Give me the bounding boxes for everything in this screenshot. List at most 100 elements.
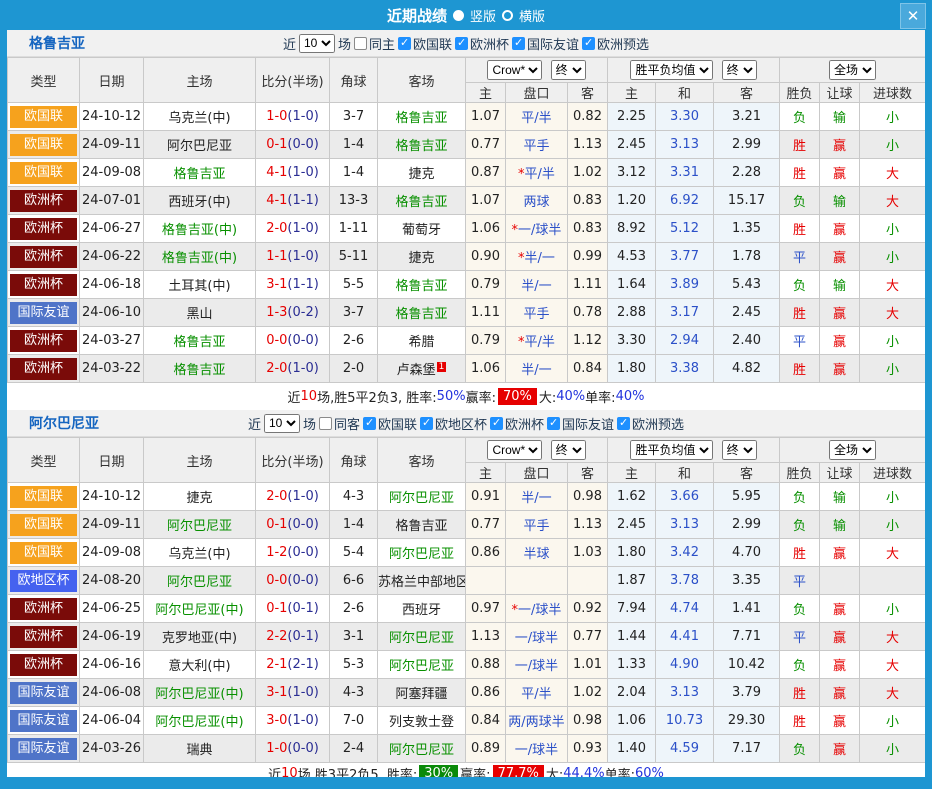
checkbox-checked-icon[interactable] <box>512 37 525 50</box>
competition-filter[interactable]: 国际友谊 <box>547 414 614 433</box>
recent-count-select[interactable]: 10 <box>264 414 300 433</box>
competition-filter[interactable]: 欧洲杯 <box>455 34 509 53</box>
match-row: 欧洲杯24-06-18土耳其(中)3-1(1-1)5-5格鲁吉亚0.79半/一1… <box>8 271 926 299</box>
column-header-handicap-result: 让球 <box>820 463 860 483</box>
odds-away: 1.02 <box>568 159 608 187</box>
near-label: 近 <box>248 414 261 433</box>
away-team: 格鲁吉亚 <box>395 139 447 154</box>
filters-georgia: 近 10 场 同主 欧国联欧洲杯国际友谊欧洲预选 <box>283 34 649 53</box>
corner-stat: 5-11 <box>330 243 378 271</box>
record-summary-albania: 近10场,胜3平2负5, 胜率:30% 赢率:77.7% 大:44.4% 单率:… <box>7 763 925 777</box>
euro-odds-select[interactable]: 胜平负均值 <box>630 440 713 460</box>
same-venue-filter[interactable]: 同客 <box>319 414 360 433</box>
odds-away: 0.83 <box>568 187 608 215</box>
match-type-badge: 欧洲杯 <box>10 598 77 620</box>
competition-filter[interactable]: 欧地区杯 <box>420 414 487 433</box>
recent-count-select[interactable]: 10 <box>299 34 335 53</box>
radio-vertical-icon[interactable] <box>453 10 464 21</box>
checkbox-checked-icon[interactable] <box>455 37 468 50</box>
checkbox-checked-icon[interactable] <box>398 37 411 50</box>
competition-filter[interactable]: 欧洲预选 <box>582 34 649 53</box>
same-venue-filter[interactable]: 同主 <box>354 34 395 53</box>
handicap-result: 赢 <box>820 215 860 243</box>
match-row: 欧洲杯24-06-16意大利(中)2-1(2-1)5-3阿尔巴尼亚0.88一/球… <box>8 651 926 679</box>
bookmaker-select[interactable]: Crow* <box>487 60 542 80</box>
checkbox-checked-icon[interactable] <box>420 417 433 430</box>
match-type-badge: 欧洲杯 <box>10 358 77 380</box>
match-row: 欧洲杯24-06-25阿尔巴尼亚(中)0-1(0-1)2-6西班牙0.97*一/… <box>8 595 926 623</box>
summary-part: 10 <box>301 389 318 404</box>
odds-away: 0.93 <box>568 735 608 763</box>
euro-draw: 10.73 <box>656 707 714 735</box>
euro-away: 5.95 <box>714 483 780 511</box>
match-row: 欧国联24-10-12乌克兰(中)1-0(1-0)3-7格鲁吉亚1.07平/半0… <box>8 103 926 131</box>
competition-filter[interactable]: 国际友谊 <box>512 34 579 53</box>
result-badge: 负 <box>780 595 820 623</box>
result-badge: 负 <box>780 103 820 131</box>
column-header-score: 比分(半场) <box>256 58 330 103</box>
result-badge: 胜 <box>780 131 820 159</box>
full-score: 1-3 <box>266 305 287 320</box>
full-score: 0-1 <box>266 517 287 532</box>
summary-part: 30% <box>419 765 458 778</box>
summary-part: 50% <box>437 389 466 404</box>
half-score: (0-0) <box>287 545 318 560</box>
checkbox-checked-icon[interactable] <box>547 417 560 430</box>
competition-filter[interactable]: 欧国联 <box>363 414 417 433</box>
column-header-home: 主场 <box>144 438 256 483</box>
checkbox-checked-icon[interactable] <box>490 417 503 430</box>
home-team: 格鲁吉亚(中) <box>162 251 237 266</box>
competition-filter[interactable]: 欧洲杯 <box>490 414 544 433</box>
checkbox-unchecked-icon[interactable] <box>319 417 332 430</box>
euro-final-select[interactable]: 终 <box>722 440 757 460</box>
euro-away: 1.41 <box>714 595 780 623</box>
euro-home: 4.53 <box>608 243 656 271</box>
full-score: 0-0 <box>266 333 287 348</box>
result-badge: 胜 <box>780 355 820 383</box>
scope-select[interactable]: 全场 <box>829 440 876 460</box>
radio-horizontal-label[interactable]: 横版 <box>519 6 545 25</box>
checkbox-unchecked-icon[interactable] <box>354 37 367 50</box>
scope-select[interactable]: 全场 <box>829 60 876 80</box>
corner-stat: 2-0 <box>330 355 378 383</box>
summary-part: 40% <box>556 389 585 404</box>
odds-final-select[interactable]: 终 <box>551 60 586 80</box>
match-row: 国际友谊24-06-08阿尔巴尼亚(中)3-1(1-0)4-3阿塞拜疆0.86平… <box>8 679 926 707</box>
goals-result: 大 <box>860 187 925 215</box>
checkbox-checked-icon[interactable] <box>363 417 376 430</box>
competition-filter[interactable]: 欧国联 <box>398 34 452 53</box>
goals-result: 小 <box>860 483 925 511</box>
home-team: 阿尔巴尼亚 <box>167 519 232 534</box>
radio-horizontal-icon[interactable] <box>502 10 513 21</box>
close-button[interactable]: ✕ <box>900 3 926 29</box>
euro-away: 4.70 <box>714 539 780 567</box>
half-score: (1-0) <box>287 165 318 180</box>
odds-final-select[interactable]: 终 <box>551 440 586 460</box>
euro-home: 1.44 <box>608 623 656 651</box>
handicap-line <box>506 567 568 595</box>
checkbox-checked-icon[interactable] <box>617 417 630 430</box>
match-row: 欧国联24-09-11阿尔巴尼亚0-1(0-0)1-4格鲁吉亚0.77平手1.1… <box>8 511 926 539</box>
odds-home: 0.79 <box>466 271 506 299</box>
corner-stat: 2-6 <box>330 327 378 355</box>
subheader-odds-away: 客 <box>568 463 608 483</box>
full-score: 3-1 <box>266 685 287 700</box>
odds-home: 0.77 <box>466 511 506 539</box>
full-score: 0-1 <box>266 601 287 616</box>
competition-filters: 欧国联欧地区杯欧洲杯国际友谊欧洲预选 <box>363 414 684 433</box>
radio-vertical-label[interactable]: 竖版 <box>470 6 496 25</box>
subheader-euro-draw: 和 <box>656 83 714 103</box>
handicap-result: 赢 <box>820 595 860 623</box>
match-row: 欧国联24-09-08乌克兰(中)1-2(0-0)5-4阿尔巴尼亚0.86半球1… <box>8 539 926 567</box>
match-score: 4-1(1-0) <box>256 159 330 187</box>
column-header-home: 主场 <box>144 58 256 103</box>
match-type-badge: 欧国联 <box>10 162 77 184</box>
checkbox-checked-icon[interactable] <box>582 37 595 50</box>
handicap-result: 输 <box>820 187 860 215</box>
bookmaker-select[interactable]: Crow* <box>487 440 542 460</box>
euro-odds-select[interactable]: 胜平负均值 <box>630 60 713 80</box>
euro-final-select[interactable]: 终 <box>722 60 757 80</box>
competition-filter[interactable]: 欧洲预选 <box>617 414 684 433</box>
handicap-line: 一/球半 <box>506 735 568 763</box>
match-row: 欧洲杯24-06-22格鲁吉亚(中)1-1(1-0)5-11捷克0.90*半/一… <box>8 243 926 271</box>
